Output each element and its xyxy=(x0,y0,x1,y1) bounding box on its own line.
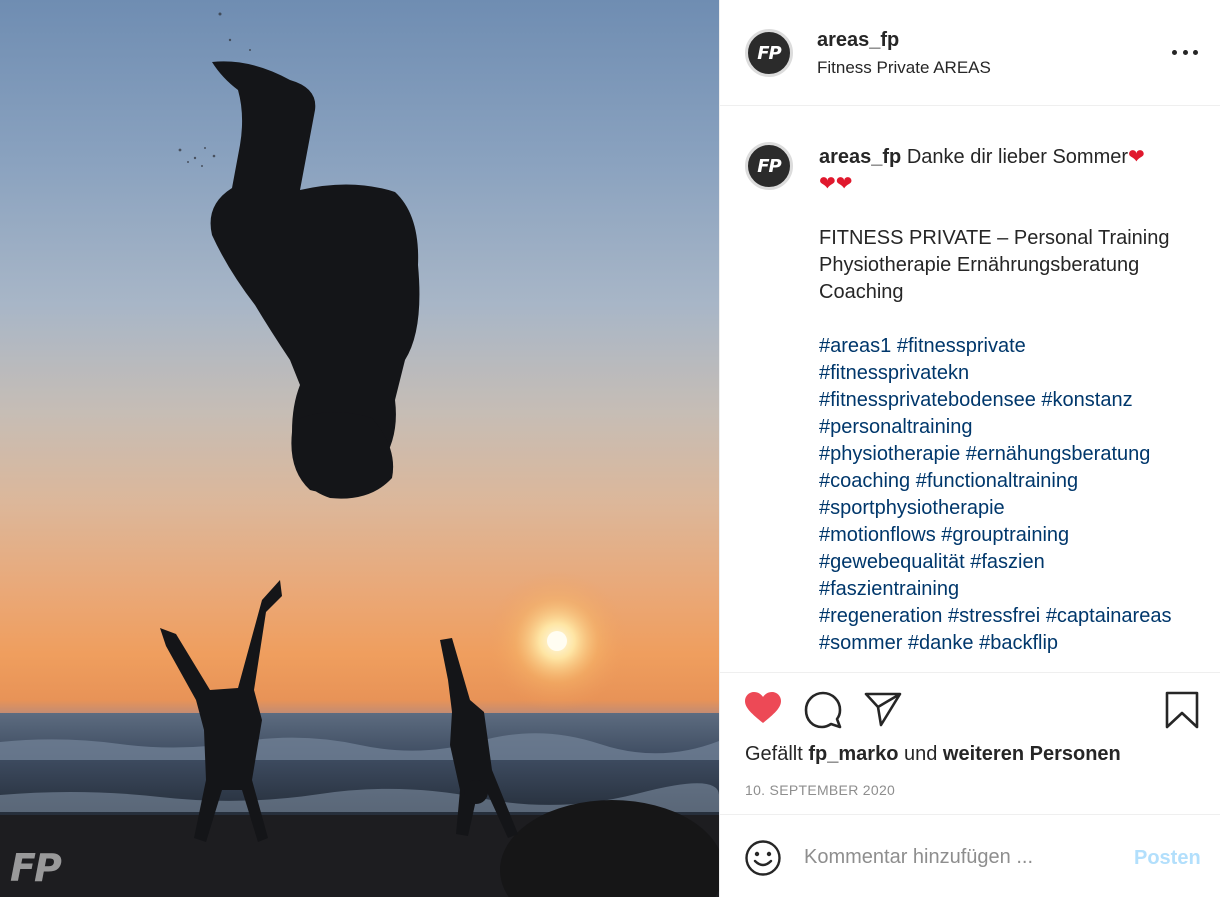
caption-avatar[interactable]: FP xyxy=(745,142,793,190)
hashtag-link[interactable]: #sommer xyxy=(819,632,902,654)
hashtag-line: #fitnessprivatekn xyxy=(819,360,1199,387)
hashtag-link[interactable]: #ernähungsberatung xyxy=(966,443,1151,465)
hashtag-line: #coaching #functionaltraining xyxy=(819,468,1199,495)
caption-first-line: Danke dir lieber Sommer xyxy=(906,146,1129,168)
hashtag-link[interactable]: #faszientraining xyxy=(819,578,959,600)
hashtag-line: #gewebequalität #faszien xyxy=(819,549,1199,576)
hashtag-link[interactable]: #personaltraining xyxy=(819,416,972,438)
hashtag-line: #sommer #danke #backflip xyxy=(819,630,1199,657)
header-display-name: Fitness Private AREAS xyxy=(817,58,991,77)
caption-body-line: Physiotherapie Ernährungsberatung xyxy=(819,254,1140,276)
caption-area: FP areas_fp Danke dir lieber Sommer❤ ❤❤ … xyxy=(720,106,1220,673)
heart-filled-icon[interactable] xyxy=(744,691,782,730)
likes-middle: und xyxy=(903,743,938,765)
hashtag-link[interactable]: #fitnessprivatekn xyxy=(819,362,969,384)
hashtag-link[interactable]: #grouptraining xyxy=(941,524,1069,546)
sun xyxy=(547,631,567,651)
hashtag-line: #faszientraining xyxy=(819,576,1199,603)
hashtag-link[interactable]: #captainareas xyxy=(1046,605,1172,627)
hashtag-line: #areas1 #fitnessprivate xyxy=(819,333,1199,360)
post-date[interactable]: 10. SEPTEMBER 2020 xyxy=(745,782,895,798)
likes-summary: Gefällt fp_marko und weiteren Personen xyxy=(745,743,1121,766)
likes-others-link[interactable]: weiteren Personen xyxy=(943,743,1121,765)
heart-emoji-icon: ❤ xyxy=(1128,146,1145,168)
hashtag-link[interactable]: #physiotherapie xyxy=(819,443,960,465)
post-comment-button[interactable]: Posten xyxy=(1134,847,1201,870)
backflip-silhouette xyxy=(210,61,420,499)
hashtag-line: #personaltraining xyxy=(819,414,1199,441)
hashtag-line: #sportphysiotherapie xyxy=(819,495,1199,522)
caption-text: areas_fp Danke dir lieber Sommer❤ ❤❤ FIT… xyxy=(819,144,1199,657)
caption-username[interactable]: areas_fp xyxy=(819,146,901,168)
caption-body-line: Coaching xyxy=(819,281,904,303)
paper-plane-icon[interactable] xyxy=(864,691,902,732)
photo-watermark-logo: FP xyxy=(10,846,62,890)
post-header: FP areas_fp Fitness Private AREAS xyxy=(720,0,1220,106)
hashtag-link[interactable]: #functionaltraining xyxy=(916,470,1078,492)
caption-body-line: FITNESS PRIVATE – Personal Training xyxy=(819,227,1170,249)
hashtag-link[interactable]: #gewebequalität xyxy=(819,551,965,573)
hashtag-link[interactable]: #fitnessprivatebodensee xyxy=(819,389,1036,411)
likes-user-link[interactable]: fp_marko xyxy=(808,743,898,765)
hashtag-link[interactable]: #stressfrei xyxy=(948,605,1040,627)
photo-scene xyxy=(0,12,719,897)
hashtag-link[interactable]: #coaching xyxy=(819,470,910,492)
heart-emoji-icon: ❤ xyxy=(819,173,836,195)
bookmark-icon[interactable] xyxy=(1165,691,1199,734)
smiley-icon[interactable] xyxy=(744,839,782,882)
comment-bar: Posten xyxy=(720,815,1220,897)
hashtag-link[interactable]: #sportphysiotherapie xyxy=(819,497,1005,519)
hashtag-link[interactable]: #fitnessprivate xyxy=(897,335,1026,357)
header-username[interactable]: areas_fp xyxy=(817,29,899,52)
hashtag-line: #motionflows #grouptraining xyxy=(819,522,1199,549)
hashtag-line: #regeneration #stressfrei #captainareas xyxy=(819,603,1199,630)
post-actions: Gefällt fp_marko und weiteren Personen 1… xyxy=(720,673,1220,815)
heart-emoji-icon: ❤ xyxy=(835,173,853,195)
hashtag-link[interactable]: #backflip xyxy=(979,632,1058,654)
hashtag-link[interactable]: #motionflows xyxy=(819,524,936,546)
comment-input[interactable] xyxy=(804,841,1124,873)
likes-prefix: Gefällt xyxy=(745,743,803,765)
post-side-panel: FP areas_fp Fitness Private AREAS FP are… xyxy=(719,0,1220,897)
hashtag-list: #areas1 #fitnessprivate #fitnessprivatekn… xyxy=(819,333,1199,657)
hashtag-link[interactable]: #regeneration xyxy=(819,605,942,627)
more-options-icon[interactable] xyxy=(1172,40,1198,64)
hashtag-link[interactable]: #danke xyxy=(908,632,974,654)
speech-bubble-icon[interactable] xyxy=(804,691,842,734)
hashtag-line: #fitnessprivatebodensee #konstanz xyxy=(819,387,1199,414)
hashtag-link[interactable]: #faszien xyxy=(970,551,1045,573)
post-photo[interactable]: FP xyxy=(0,0,719,897)
hashtag-link[interactable]: #konstanz xyxy=(1041,389,1132,411)
hashtag-line: #physiotherapie #ernähungsberatung xyxy=(819,441,1199,468)
hashtag-link[interactable]: #areas1 xyxy=(819,335,891,357)
avatar[interactable]: FP xyxy=(745,29,793,77)
